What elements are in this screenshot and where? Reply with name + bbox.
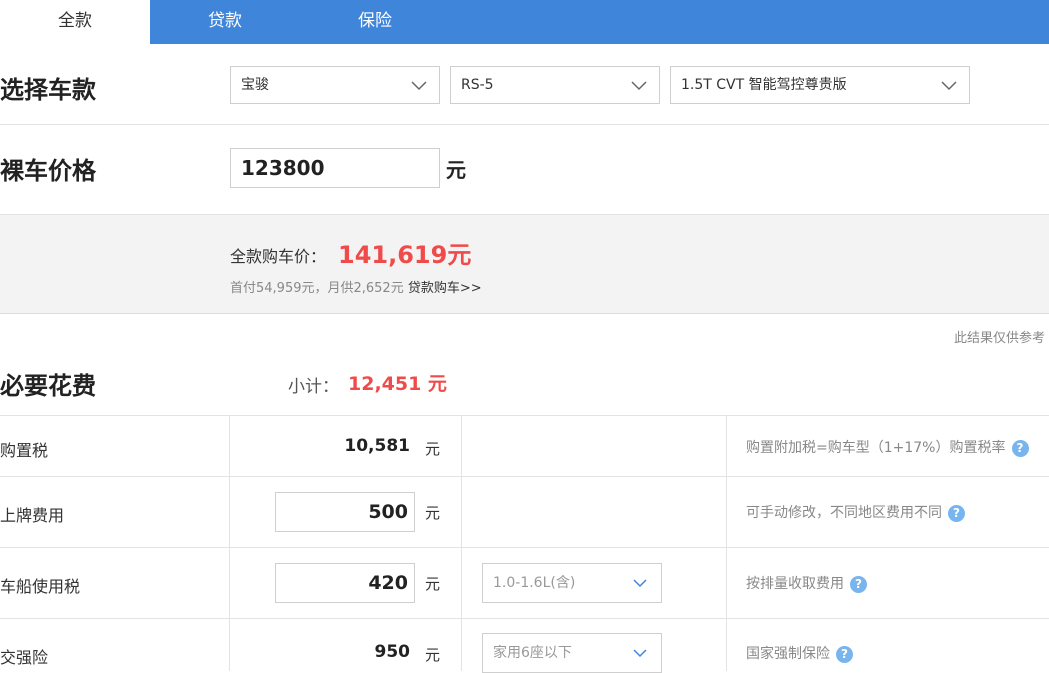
chevron-down-icon — [411, 81, 427, 91]
required-fees-title: 必要花费 — [0, 372, 96, 400]
trim-select-value: 1.5T CVT 智能驾控尊贵版 — [681, 77, 847, 93]
brand-select[interactable]: 宝骏 — [230, 66, 440, 104]
down-payment-text: 首付54,959元，月供2,652元 — [230, 281, 404, 296]
question-mark-icon[interactable]: ? — [1011, 439, 1029, 457]
question-mark-icon[interactable]: ? — [850, 575, 867, 593]
trim-select[interactable]: 1.5T CVT 智能驾控尊贵版 — [670, 66, 970, 104]
fee-hint-text: 购置附加税=购车型（1+17%）购置税率 — [746, 440, 1006, 456]
loan-purchase-link[interactable]: 贷款购车>> — [408, 281, 482, 296]
displacement-select-value: 1.0-1.6L(含) — [493, 575, 576, 591]
chevron-down-icon — [633, 649, 647, 658]
table-row: 交强险 950 元 家用6座以下 国家强制保险? — [0, 618, 1049, 673]
vehicle-tax-input[interactable] — [275, 563, 415, 603]
fee-unit: 元 — [425, 440, 441, 458]
divider — [0, 124, 1049, 125]
fee-hint: 可手动修改，不同地区费用不同? — [746, 502, 965, 522]
fee-label: 交强险 — [0, 648, 49, 667]
fee-hint-text: 按排量收取费用 — [746, 576, 844, 592]
seat-type-select-value: 家用6座以下 — [493, 645, 572, 661]
chevron-down-icon — [941, 81, 957, 91]
loan-summary: 首付54,959元，月供2,652元 贷款购车>> — [230, 277, 482, 296]
tab-full-payment[interactable]: 全款 — [0, 0, 150, 44]
model-select[interactable]: RS-5 — [450, 66, 660, 104]
total-price-label: 全款购车价： — [230, 247, 327, 266]
tab-insurance[interactable]: 保险 — [300, 0, 450, 44]
fee-value: 950 — [374, 642, 411, 662]
license-fee-input[interactable] — [275, 492, 415, 532]
fee-label: 车船使用税 — [0, 577, 81, 596]
fee-hint-text: 国家强制保险 — [746, 646, 830, 662]
model-select-value: RS-5 — [461, 77, 494, 93]
fee-hint: 按排量收取费用? — [746, 573, 867, 593]
bare-price-input[interactable] — [230, 148, 440, 188]
summary-panel: 全款购车价： 141,619元 首付54,959元，月供2,652元 贷款购车>… — [0, 214, 1049, 314]
subtotal-value: 12,451 元 — [348, 373, 447, 395]
total-price-value: 141,619元 — [338, 241, 472, 269]
tab-bar: 全款 贷款 保险 — [0, 0, 1049, 44]
fee-hint-text: 可手动修改，不同地区费用不同 — [746, 505, 942, 521]
table-row: 购置税 10,581 元 购置附加税=购车型（1+17%）购置税率? — [0, 415, 1049, 476]
bare-price-unit: 元 — [446, 158, 466, 182]
bare-price-title: 裸车价格 — [0, 157, 96, 185]
fee-unit: 元 — [425, 646, 441, 664]
fee-value: 10,581 — [344, 436, 410, 456]
fee-hint: 国家强制保险? — [746, 643, 853, 663]
chevron-down-icon — [633, 579, 647, 588]
table-row: 车船使用税 元 1.0-1.6L(含) 按排量收取费用? — [0, 547, 1049, 618]
select-car-title: 选择车款 — [0, 76, 96, 104]
fee-unit: 元 — [425, 504, 441, 522]
table-row: 上牌费用 元 可手动修改，不同地区费用不同? — [0, 476, 1049, 547]
fee-label: 上牌费用 — [0, 506, 65, 525]
question-mark-icon[interactable]: ? — [836, 645, 853, 663]
brand-select-value: 宝骏 — [241, 77, 269, 93]
seat-type-select[interactable]: 家用6座以下 — [482, 633, 662, 673]
fee-hint: 购置附加税=购车型（1+17%）购置税率? — [746, 437, 1029, 457]
tab-loan[interactable]: 贷款 — [150, 0, 300, 44]
displacement-select[interactable]: 1.0-1.6L(含) — [482, 563, 662, 603]
fee-label: 购置税 — [0, 441, 49, 460]
subtotal-label: 小计： — [288, 377, 339, 397]
question-mark-icon[interactable]: ? — [948, 504, 965, 522]
chevron-down-icon — [631, 81, 647, 91]
fee-unit: 元 — [425, 575, 441, 593]
disclaimer: 此结果仅供参考 — [953, 331, 1045, 346]
